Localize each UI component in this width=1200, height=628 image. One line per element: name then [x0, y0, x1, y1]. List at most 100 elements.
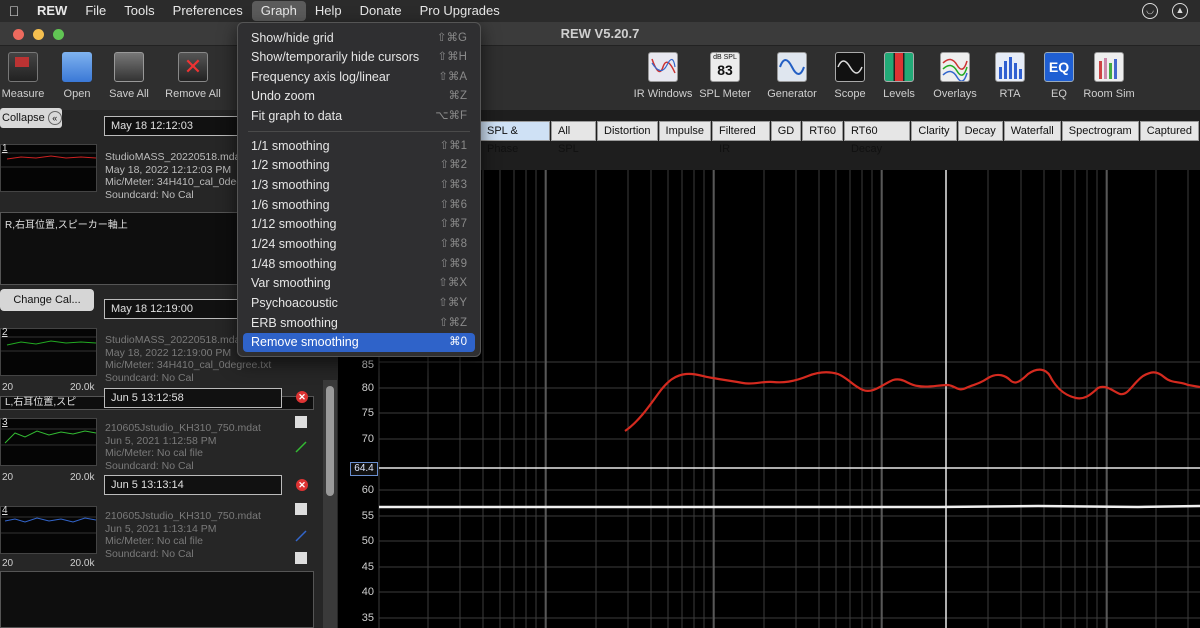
tab-gd[interactable]: GD: [770, 121, 802, 141]
edit-notes-icon[interactable]: [295, 416, 307, 428]
document-icon[interactable]: [295, 552, 307, 564]
menu-item-var-smoothing[interactable]: Var smoothing ⇧⌘X: [243, 274, 475, 293]
edit-notes-icon[interactable]: [295, 503, 307, 515]
upload-icon[interactable]: ▲: [1172, 3, 1188, 19]
measurement-2-thumbnail[interactable]: 2: [0, 327, 97, 376]
line-color-icon[interactable]: [295, 529, 307, 542]
menu-item-shortcut: ⌘0: [449, 336, 467, 348]
remove-all-label: Remove All: [165, 88, 221, 100]
change-cal-button[interactable]: Change Cal...: [0, 289, 94, 311]
y-tick-35: 35: [361, 612, 374, 624]
menu-item-shortcut: ⇧⌘7: [439, 218, 467, 230]
menu-item-smoothing-1-24[interactable]: 1/24 smoothing ⇧⌘8: [243, 235, 475, 254]
measurement-3-thumbnail[interactable]: 3: [0, 417, 97, 466]
user-icon[interactable]: ◡: [1142, 3, 1158, 19]
ir-windows-label: IR Windows: [633, 88, 693, 100]
measurement-3-name-field[interactable]: Jun 5 13:12:58: [104, 388, 282, 408]
tab-rt60[interactable]: RT60: [802, 121, 843, 141]
menu-pro-upgrades[interactable]: Pro Upgrades: [411, 0, 509, 22]
menu-item-undo-zoom[interactable]: Undo zoom ⌘Z: [243, 87, 475, 106]
measurement-1-thumbnail[interactable]: 1: [0, 143, 97, 192]
measurement-1-trace: [1, 152, 97, 168]
ir-windows-button[interactable]: IR Windows: [631, 52, 695, 100]
tab-rt60-decay[interactable]: RT60 Decay: [843, 121, 911, 155]
remove-measurement-4-icon[interactable]: ✕: [296, 479, 308, 491]
scrollbar-thumb[interactable]: [326, 386, 334, 496]
measurements-scrollbar[interactable]: [323, 380, 337, 628]
tab-decay[interactable]: Decay: [957, 121, 1003, 141]
folder-icon: [62, 52, 92, 82]
menu-item-label: 1/1 smoothing: [251, 139, 330, 153]
menu-donate[interactable]: Donate: [351, 0, 411, 22]
remove-all-icon: ✕: [178, 52, 208, 82]
menu-item-smoothing-1-1[interactable]: 1/1 smoothing ⇧⌘1: [243, 137, 475, 156]
window-title: REW V5.20.7: [560, 26, 640, 41]
menu-tools[interactable]: Tools: [115, 0, 163, 22]
menu-item-fit-graph[interactable]: Fit graph to data ⌥⌘F: [243, 107, 475, 126]
menu-item-label: Frequency axis log/linear: [251, 70, 390, 84]
tab-spl-phase[interactable]: SPL & Phase: [480, 121, 550, 155]
measurement-1-mic: Mic/Meter: 34H410_cal_0deg: [105, 176, 243, 188]
spl-meter-icon: dB SPL 83: [710, 52, 740, 82]
room-sim-button[interactable]: Room Sim: [1077, 52, 1141, 100]
levels-button[interactable]: Levels: [867, 52, 931, 100]
menu-item-hide-cursors[interactable]: Show/temporarily hide cursors ⇧⌘H: [243, 48, 475, 67]
menu-item-smoothing-1-6[interactable]: 1/6 smoothing ⇧⌘6: [243, 196, 475, 215]
measurement-4-number: 4: [2, 505, 8, 516]
measurement-3-info: 210605Jstudio_KH310_750.mdat Jun 5, 2021…: [105, 422, 261, 472]
status-icons: ◡ ▲: [1142, 0, 1200, 22]
menu-item-label: 1/24 smoothing: [251, 237, 337, 251]
menu-item-psychoacoustic[interactable]: Psychoacoustic ⇧⌘Y: [243, 294, 475, 313]
remove-all-button[interactable]: ✕ Remove All: [161, 52, 225, 100]
y-tick-80: 80: [361, 382, 374, 394]
menu-graph[interactable]: Graph: [251, 1, 306, 21]
menu-item-show-hide-grid[interactable]: Show/hide grid ⇧⌘G: [243, 29, 475, 48]
line-color-icon[interactable]: [295, 440, 307, 453]
menu-file[interactable]: File: [76, 0, 115, 22]
measurement-1-filename: StudioMASS_20220518.mdat: [105, 151, 244, 163]
measurement-2-number: 2: [2, 327, 8, 338]
measurement-1-soundcard: Soundcard: No Cal: [105, 188, 194, 201]
tab-spectrogram[interactable]: Spectrogram: [1061, 121, 1139, 141]
measurement-4-thumbnail[interactable]: 4: [0, 505, 97, 554]
toolbar: Measure Open Save All ✕ Remove All IR Wi…: [0, 46, 1200, 110]
menu-item-smoothing-1-12[interactable]: 1/12 smoothing ⇧⌘7: [243, 215, 475, 234]
menu-app-rew[interactable]: REW: [28, 0, 76, 22]
spl-meter-label: SPL Meter: [699, 88, 751, 100]
menu-item-remove-smoothing[interactable]: Remove smoothing ⌘0: [243, 333, 475, 352]
generator-icon: [777, 52, 807, 82]
white-trace: [379, 504, 1200, 509]
overlays-label: Overlays: [933, 88, 977, 100]
generator-button[interactable]: Generator: [760, 52, 824, 100]
tab-all-spl[interactable]: All SPL: [550, 121, 597, 155]
apple-icon[interactable]: : [0, 3, 28, 19]
menu-item-smoothing-1-48[interactable]: 1/48 smoothing ⇧⌘9: [243, 255, 475, 274]
save-all-button[interactable]: Save All: [97, 52, 161, 100]
measurement-2-axis-max: 20.0k: [70, 382, 95, 393]
tab-captured[interactable]: Captured: [1139, 121, 1199, 141]
measurement-4-notes[interactable]: [0, 571, 314, 628]
tab-impulse[interactable]: Impulse: [658, 121, 712, 141]
window-titlebar: REW V5.20.7: [0, 22, 1200, 46]
measurement-4-name-field[interactable]: Jun 5 13:13:14: [104, 475, 282, 495]
y-tick-60: 60: [361, 484, 374, 496]
menu-item-smoothing-1-3[interactable]: 1/3 smoothing ⇧⌘3: [243, 176, 475, 195]
menu-item-frequency-axis[interactable]: Frequency axis log/linear ⇧⌘A: [243, 68, 475, 87]
tab-distortion[interactable]: Distortion: [597, 121, 658, 141]
menu-item-erb-smoothing[interactable]: ERB smoothing ⇧⌘Z: [243, 314, 475, 333]
measurement-2-axis-min: 20: [2, 382, 14, 393]
tab-filtered-ir[interactable]: Filtered IR: [712, 121, 770, 155]
collapse-button[interactable]: Collapse «: [0, 108, 62, 128]
spl-meter-button[interactable]: dB SPL 83 SPL Meter: [693, 52, 757, 100]
menu-help[interactable]: Help: [306, 0, 351, 22]
menu-preferences[interactable]: Preferences: [164, 0, 252, 22]
tab-waterfall[interactable]: Waterfall: [1003, 121, 1061, 141]
tab-clarity[interactable]: Clarity: [911, 121, 957, 141]
y-tick-45: 45: [361, 561, 374, 573]
menu-bar:  REW File Tools Preferences Graph Help …: [0, 0, 1200, 22]
remove-measurement-3-icon[interactable]: ✕: [296, 391, 308, 403]
menu-item-label: Fit graph to data: [251, 109, 343, 123]
menu-item-smoothing-1-2[interactable]: 1/2 smoothing ⇧⌘2: [243, 156, 475, 175]
menu-item-label: 1/12 smoothing: [251, 217, 337, 231]
measurement-2-soundcard: Soundcard: No Cal: [105, 371, 194, 384]
